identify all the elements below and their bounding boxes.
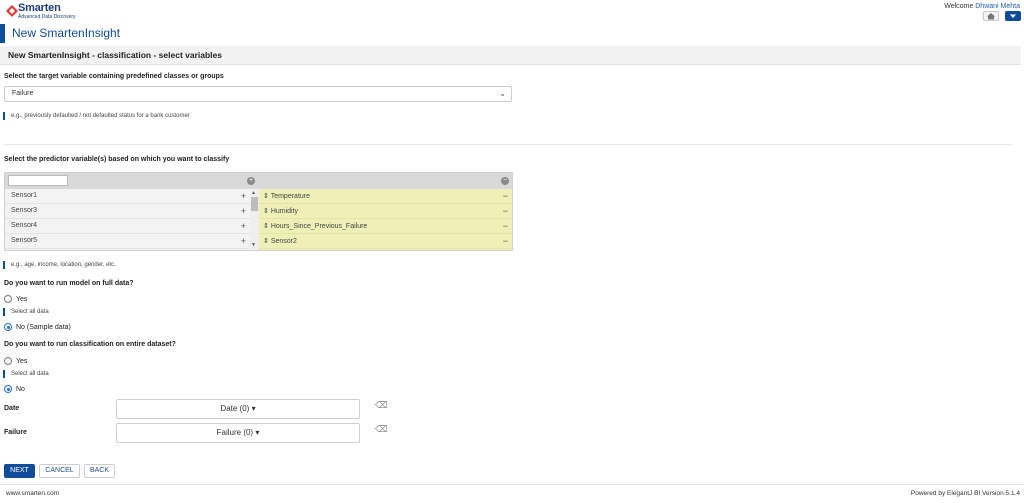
divider bbox=[4, 144, 1012, 145]
page-title: New SmartenInsight bbox=[12, 26, 121, 40]
clear-failure-filter-icon[interactable]: ⌫ bbox=[375, 424, 388, 435]
selected-variables-list: ⇕ Temperature − ⇕ Humidity − ⇕ Hours_Sin… bbox=[259, 189, 512, 250]
list-item[interactable]: ⇕ Temperature − bbox=[259, 189, 512, 204]
list-item-label: ⇕ Sensor2 bbox=[263, 238, 297, 245]
brand-tagline: Advanced Data Discovery bbox=[18, 14, 76, 20]
menu-dropdown-button[interactable] bbox=[1005, 11, 1021, 21]
target-label: Select the target variable containing pr… bbox=[4, 73, 224, 80]
user-name-link[interactable]: Dhwani Mehta bbox=[975, 3, 1020, 10]
caret-down-icon: ▾ bbox=[255, 428, 260, 437]
date-filter-value: Date (0) bbox=[220, 404, 250, 413]
full-data-yes-hint: Select all data bbox=[11, 309, 49, 315]
full-data-question: Do you want to run model on full data? bbox=[4, 280, 134, 287]
drag-handle-icon[interactable]: ⇕ bbox=[263, 208, 269, 215]
entire-dataset-yes-radio[interactable] bbox=[4, 357, 12, 365]
list-item-label: Sensor3 bbox=[11, 207, 38, 214]
footer-version: Powered by ElegantJ BI Version 5.1.4 bbox=[910, 490, 1020, 497]
list-item-label: Sensor1 bbox=[11, 192, 38, 199]
target-variable-select[interactable]: Failure ⌄ bbox=[4, 86, 512, 102]
list-item-label: ⇕ Hours_Since_Previous_Failure bbox=[263, 223, 368, 230]
entire-dataset-no-label[interactable]: No bbox=[16, 386, 25, 393]
footer-site: www.smarten.com bbox=[6, 490, 60, 497]
filter-label-date: Date bbox=[4, 405, 20, 412]
full-data-no-label[interactable]: No (Sample data) bbox=[16, 324, 71, 331]
brand-name: Smarten bbox=[18, 2, 61, 14]
list-item-label: Sensor5 bbox=[11, 237, 38, 244]
predictor-picker: + − Sensor1 + Sensor3 + Sensor4 + Sensor… bbox=[4, 172, 513, 251]
section-header: New SmartenInsight - classification - se… bbox=[0, 46, 1021, 65]
entire-dataset-question: Do you want to run classification on ent… bbox=[4, 341, 176, 348]
failure-filter-value: Failure (0) bbox=[216, 428, 254, 437]
hint-marker bbox=[3, 370, 5, 378]
list-item-label: ⇕ Humidity bbox=[263, 208, 299, 215]
available-list-scrollbar[interactable]: ▲ ▼ bbox=[250, 189, 259, 250]
target-selected-value: Failure bbox=[12, 90, 34, 97]
scroll-down-icon[interactable]: ▼ bbox=[251, 242, 256, 248]
title-accent bbox=[0, 24, 5, 43]
add-icon[interactable]: + bbox=[241, 221, 246, 231]
remove-all-icon[interactable]: − bbox=[501, 177, 509, 185]
target-hint: e.g., previously defaulted / not default… bbox=[11, 113, 190, 119]
drag-handle-icon[interactable]: ⇕ bbox=[263, 193, 269, 200]
full-data-yes-radio[interactable] bbox=[4, 295, 12, 303]
list-item[interactable]: ⇕ Sensor2 − bbox=[259, 234, 512, 249]
entire-dataset-yes-hint: Select all data bbox=[11, 371, 49, 377]
entire-dataset-no-radio[interactable] bbox=[4, 385, 12, 393]
section-title: New SmartenInsight - classification - se… bbox=[8, 50, 222, 60]
entire-dataset-yes-label[interactable]: Yes bbox=[16, 358, 27, 365]
predictor-search-input[interactable] bbox=[8, 175, 68, 186]
list-item[interactable]: Sensor4 + bbox=[5, 219, 250, 234]
caret-down-icon bbox=[1010, 14, 1016, 18]
predictors-label: Select the predictor variable(s) based o… bbox=[4, 156, 230, 163]
add-icon[interactable]: + bbox=[241, 236, 246, 246]
clear-date-filter-icon[interactable]: ⌫ bbox=[375, 400, 388, 411]
list-item[interactable]: Sensor1 + bbox=[5, 189, 250, 204]
picker-header: + − bbox=[5, 173, 512, 189]
filter-label-failure: Failure bbox=[4, 429, 27, 436]
footer: www.smarten.com Powered by ElegantJ BI V… bbox=[0, 484, 1024, 503]
home-button[interactable] bbox=[983, 11, 999, 21]
list-item-label: Sensor4 bbox=[11, 222, 38, 229]
drag-handle-icon[interactable]: ⇕ bbox=[263, 223, 269, 230]
list-item[interactable]: Sensor5 + bbox=[5, 234, 250, 249]
page-title-bar: New SmartenInsight bbox=[0, 24, 1024, 43]
smarten-logo: Smarten Advanced Data Discovery bbox=[4, 2, 94, 22]
hint-marker bbox=[3, 308, 5, 316]
add-icon[interactable]: + bbox=[241, 191, 246, 201]
list-item[interactable]: ⇕ Humidity − bbox=[259, 204, 512, 219]
welcome-prefix: Welcome bbox=[944, 3, 974, 10]
home-icon bbox=[987, 13, 995, 20]
cancel-button[interactable]: CANCEL bbox=[39, 464, 80, 478]
remove-icon[interactable]: − bbox=[503, 221, 508, 231]
date-filter-dropdown[interactable]: Date (0) ▾ bbox=[116, 399, 360, 419]
hint-marker bbox=[3, 112, 5, 120]
add-icon[interactable]: + bbox=[241, 206, 246, 216]
drag-handle-icon[interactable]: ⇕ bbox=[263, 238, 269, 245]
chevron-down-icon: ⌄ bbox=[499, 89, 506, 98]
remove-icon[interactable]: − bbox=[503, 191, 508, 201]
remove-icon[interactable]: − bbox=[503, 206, 508, 216]
welcome-text: Welcome Dhwani Mehta bbox=[944, 3, 1020, 10]
hint-marker bbox=[3, 261, 5, 269]
list-item[interactable]: Sensor3 + bbox=[5, 204, 250, 219]
scroll-up-icon[interactable]: ▲ bbox=[251, 190, 256, 196]
failure-filter-dropdown[interactable]: Failure (0) ▾ bbox=[116, 423, 360, 443]
available-variables-list: Sensor1 + Sensor3 + Sensor4 + Sensor5 + bbox=[5, 189, 250, 250]
next-button[interactable]: NEXT bbox=[4, 464, 35, 478]
list-item[interactable]: ⇕ Hours_Since_Previous_Failure − bbox=[259, 219, 512, 234]
full-data-yes-label[interactable]: Yes bbox=[16, 296, 27, 303]
add-all-icon[interactable]: + bbox=[247, 177, 255, 185]
caret-down-icon: ▾ bbox=[251, 404, 256, 413]
list-item-label: ⇕ Temperature bbox=[263, 193, 310, 200]
scrollbar-thumb[interactable] bbox=[251, 197, 258, 211]
remove-icon[interactable]: − bbox=[503, 236, 508, 246]
back-button[interactable]: BACK bbox=[84, 464, 115, 478]
predictors-hint: e.g., age, income, location, gender, etc… bbox=[11, 262, 116, 268]
full-data-no-radio[interactable] bbox=[4, 323, 12, 331]
